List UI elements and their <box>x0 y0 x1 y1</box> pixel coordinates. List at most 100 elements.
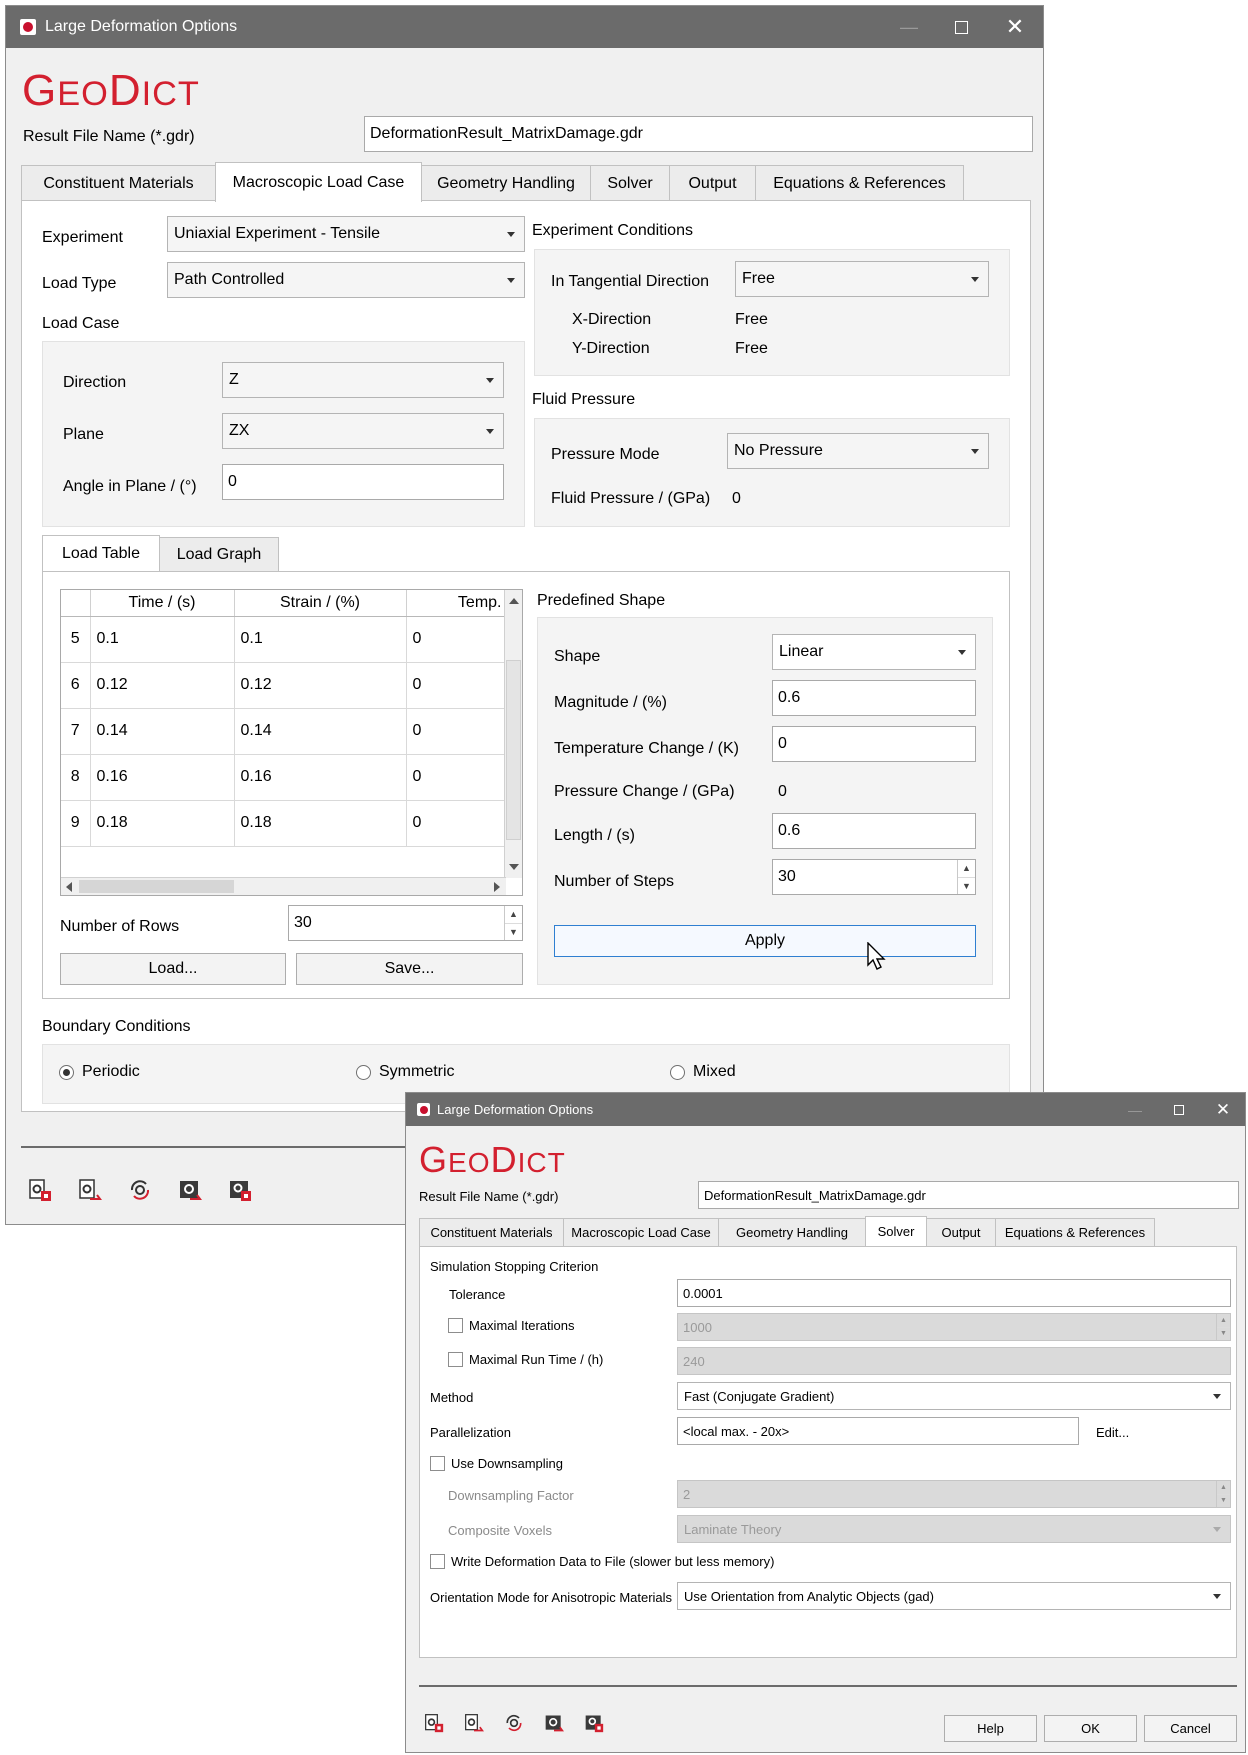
step-down-icon[interactable]: ▼ <box>505 922 522 941</box>
column-header-temp[interactable]: Temp. <box>406 590 507 617</box>
table-row[interactable]: 5 0.1 0.1 0 <box>61 616 507 663</box>
max-iterations-stepper[interactable]: 1000 ▲ ▼ <box>677 1313 1231 1341</box>
angle-input[interactable]: 0 <box>222 464 504 500</box>
rows-stepper[interactable]: 30 ▲ ▼ <box>288 905 523 941</box>
minimize-icon[interactable]: — <box>883 6 935 48</box>
cell-time[interactable]: 0.1 <box>90 616 235 663</box>
experiment-select[interactable]: Uniaxial Experiment - Tensile <box>167 216 525 252</box>
close-icon[interactable]: ✕ <box>987 6 1043 48</box>
load-settings-icon[interactable] <box>424 1713 444 1733</box>
result-file-input[interactable]: DeformationResult_MatrixDamage.gdr <box>364 116 1033 152</box>
plane-select[interactable]: ZX <box>222 413 504 449</box>
cell-temp[interactable]: 0 <box>406 800 507 847</box>
tab-output[interactable]: Output <box>926 1218 996 1246</box>
tab-equations-references[interactable]: Equations & References <box>995 1218 1155 1246</box>
step-up-icon[interactable]: ▲ <box>1217 1481 1230 1494</box>
tab-load-graph[interactable]: Load Graph <box>159 537 279 571</box>
radio-periodic[interactable]: Periodic <box>59 1063 140 1081</box>
pressure-mode-select[interactable]: No Pressure <box>727 433 989 469</box>
steps-stepper[interactable]: 30 ▲ ▼ <box>772 859 976 895</box>
step-up-icon[interactable]: ▲ <box>505 906 522 923</box>
table-row[interactable]: 8 0.16 0.16 0 <box>61 754 507 801</box>
reset-settings-icon[interactable] <box>128 1178 152 1202</box>
cancel-button[interactable]: Cancel <box>1144 1715 1237 1742</box>
lock-settings-icon[interactable] <box>228 1178 252 1202</box>
cell-strain[interactable]: 0.16 <box>234 754 407 801</box>
title-bar[interactable]: Large Deformation Options — ✕ <box>6 6 1043 48</box>
lock-settings-icon[interactable] <box>584 1713 604 1733</box>
scroll-thumb[interactable] <box>506 660 521 840</box>
cell-time[interactable]: 0.16 <box>90 754 235 801</box>
run-icon[interactable] <box>178 1178 202 1202</box>
stepper-arrows[interactable]: ▲ ▼ <box>957 860 975 894</box>
cell-temp[interactable]: 0 <box>406 708 507 755</box>
tab-equations-references[interactable]: Equations & References <box>755 165 964 202</box>
apply-button[interactable]: Apply <box>554 925 976 957</box>
stepper-arrows[interactable]: ▲ ▼ <box>1216 1481 1230 1507</box>
radio-mixed[interactable]: Mixed <box>670 1063 736 1081</box>
tab-macroscopic-load-case[interactable]: Macroscopic Load Case <box>215 162 422 202</box>
edit-button[interactable]: Edit... <box>1096 1425 1129 1440</box>
cell-time[interactable]: 0.18 <box>90 800 235 847</box>
tab-load-table[interactable]: Load Table <box>42 535 160 571</box>
magnitude-input[interactable]: 0.6 <box>772 680 976 716</box>
tolerance-input[interactable]: 0.0001 <box>677 1279 1231 1307</box>
save-settings-icon[interactable] <box>78 1178 102 1202</box>
stepper-arrows[interactable]: ▲ ▼ <box>504 906 522 940</box>
cell-time[interactable]: 0.12 <box>90 662 235 709</box>
scroll-up-icon[interactable] <box>509 598 519 604</box>
maximize-icon[interactable] <box>935 6 987 48</box>
title-bar[interactable]: Large Deformation Options — ✕ <box>406 1093 1245 1126</box>
row-number[interactable]: 6 <box>61 662 91 709</box>
shape-select[interactable]: Linear <box>772 634 976 670</box>
cell-temp[interactable]: 0 <box>406 616 507 663</box>
close-icon[interactable]: ✕ <box>1201 1093 1245 1126</box>
load-button[interactable]: Load... <box>60 953 286 985</box>
column-header-strain[interactable]: Strain / (%) <box>234 590 407 617</box>
step-down-icon[interactable]: ▼ <box>958 876 975 895</box>
tab-constituent-materials[interactable]: Constituent Materials <box>21 165 216 202</box>
tab-solver[interactable]: Solver <box>590 165 670 202</box>
cell-strain[interactable]: 0.1 <box>234 616 407 663</box>
radio-symmetric[interactable]: Symmetric <box>356 1063 455 1081</box>
table-vertical-scrollbar[interactable] <box>504 590 522 878</box>
tab-output[interactable]: Output <box>669 165 756 202</box>
step-up-icon[interactable]: ▲ <box>958 860 975 877</box>
load-table-grid[interactable]: Time / (s) Strain / (%) Temp. 5 0.1 0.1 0 6 0… <box>60 589 523 896</box>
cell-strain[interactable]: 0.18 <box>234 800 407 847</box>
reset-settings-icon[interactable] <box>504 1713 524 1733</box>
cell-temp[interactable]: 0 <box>406 754 507 801</box>
row-number[interactable]: 7 <box>61 708 91 755</box>
row-number[interactable]: 9 <box>61 800 91 847</box>
temperature-change-input[interactable]: 0 <box>772 726 976 762</box>
table-row[interactable]: 6 0.12 0.12 0 <box>61 662 507 709</box>
max-run-time-input[interactable]: 240 <box>677 1347 1231 1375</box>
tab-geometry-handling[interactable]: Geometry Handling <box>421 165 591 202</box>
direction-select[interactable]: Z <box>222 362 504 398</box>
help-button[interactable]: Help <box>944 1715 1037 1742</box>
table-horizontal-scrollbar[interactable] <box>61 877 506 895</box>
table-row[interactable]: 9 0.18 0.18 0 <box>61 800 507 847</box>
stepper-arrows[interactable]: ▲ ▼ <box>1216 1314 1230 1340</box>
load-settings-icon[interactable] <box>28 1178 52 1202</box>
scroll-thumb-horizontal[interactable] <box>79 880 234 893</box>
max-run-time-checkbox[interactable]: Maximal Run Time / (h) <box>448 1352 603 1367</box>
table-row[interactable]: 7 0.14 0.14 0 <box>61 708 507 755</box>
tab-geometry-handling[interactable]: Geometry Handling <box>718 1218 866 1246</box>
max-iterations-checkbox[interactable]: Maximal Iterations <box>448 1318 574 1333</box>
ok-button[interactable]: OK <box>1044 1715 1137 1742</box>
cell-strain[interactable]: 0.12 <box>234 662 407 709</box>
parallelization-input[interactable]: <local max. - 20x> <box>677 1417 1079 1445</box>
maximize-icon[interactable] <box>1157 1093 1201 1126</box>
save-button[interactable]: Save... <box>296 953 523 985</box>
use-downsampling-checkbox[interactable]: Use Downsampling <box>430 1456 563 1471</box>
length-input[interactable]: 0.6 <box>772 813 976 849</box>
tab-constituent-materials[interactable]: Constituent Materials <box>419 1218 564 1246</box>
row-number[interactable]: 5 <box>61 616 91 663</box>
cell-time[interactable]: 0.14 <box>90 708 235 755</box>
write-deformation-checkbox[interactable]: Write Deformation Data to File (slower b… <box>430 1554 774 1569</box>
result-file-input[interactable]: DeformationResult_MatrixDamage.gdr <box>698 1181 1239 1209</box>
composite-voxels-select[interactable]: Laminate Theory <box>677 1515 1231 1543</box>
row-number[interactable]: 8 <box>61 754 91 801</box>
step-down-icon[interactable]: ▼ <box>1217 1493 1230 1508</box>
